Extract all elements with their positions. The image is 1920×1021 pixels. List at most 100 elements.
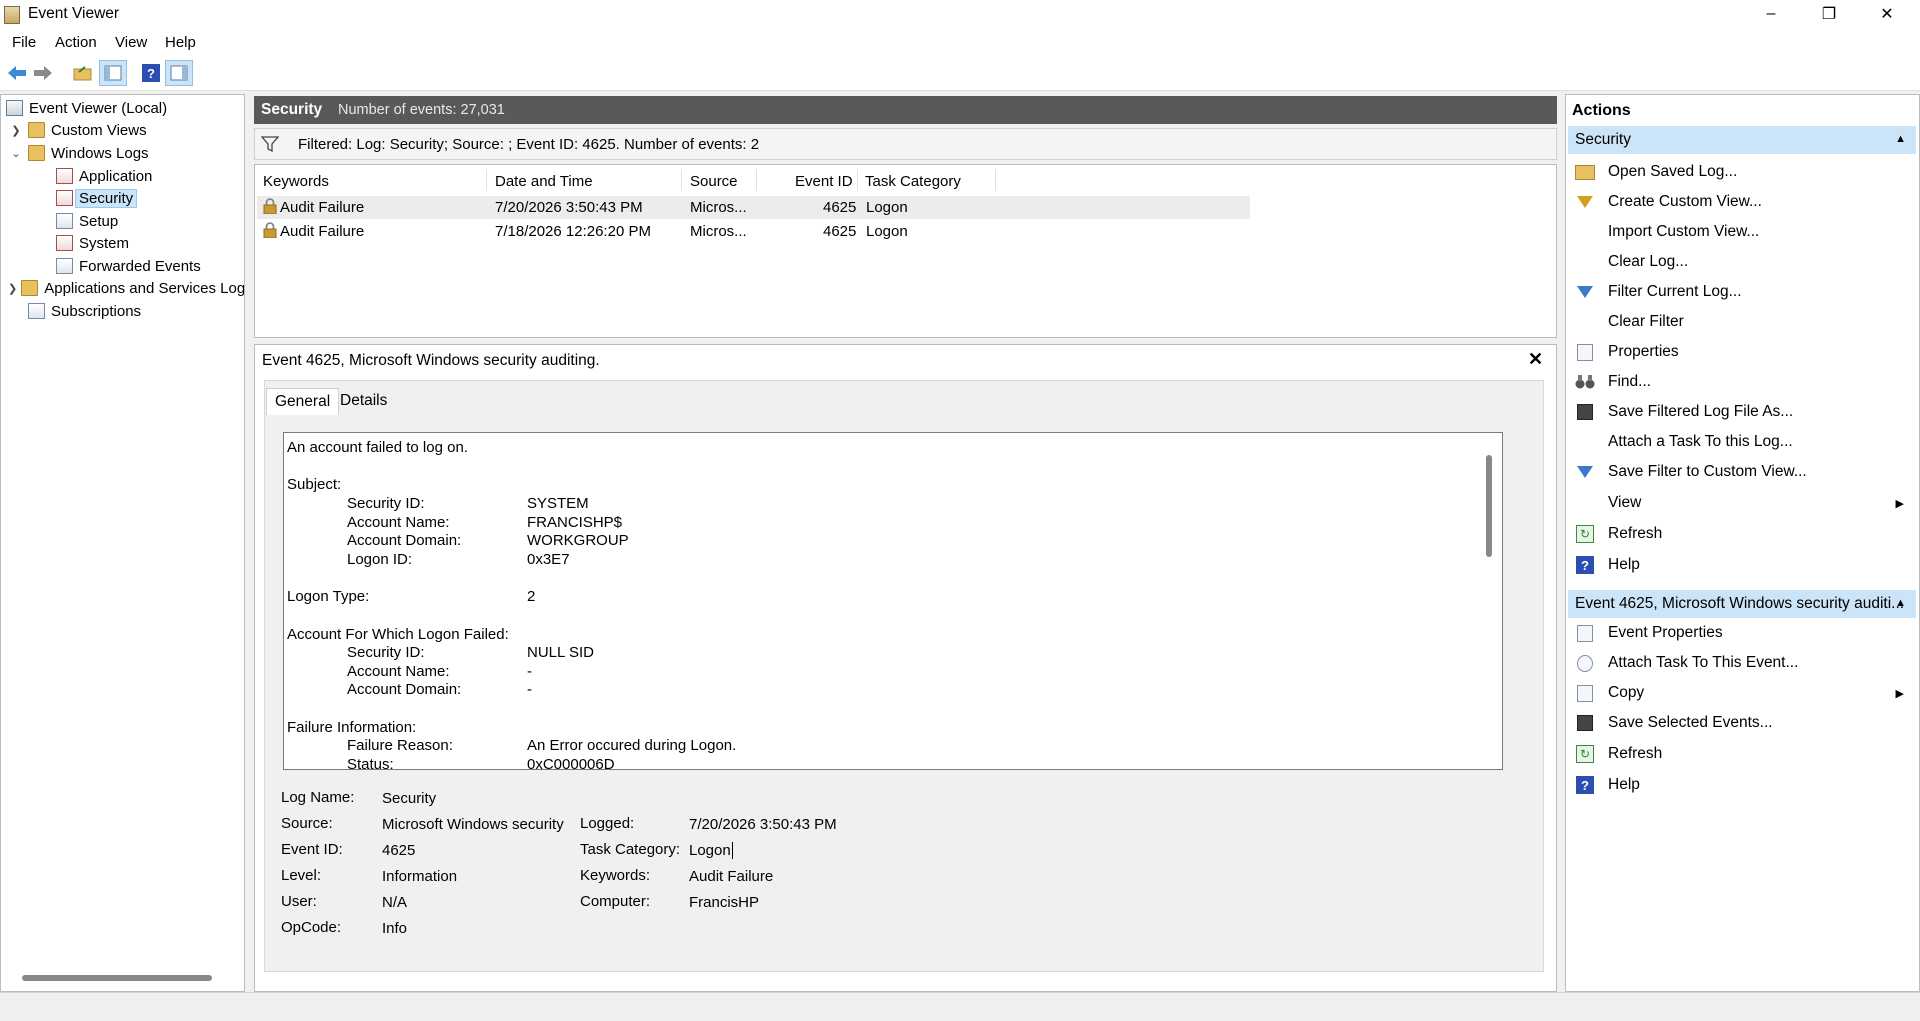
action-label: Help xyxy=(1608,556,1640,573)
tree-item-application[interactable]: Application xyxy=(56,165,152,187)
field-label: Event ID: xyxy=(281,841,343,858)
description-vertical-scrollbar[interactable] xyxy=(1486,455,1492,557)
description-value: - xyxy=(527,663,532,680)
column-divider[interactable] xyxy=(995,169,996,191)
chevron-right-icon[interactable]: ❯ xyxy=(8,124,24,137)
open-folder-icon[interactable] xyxy=(72,62,94,84)
column-header-event-id[interactable]: Event ID xyxy=(795,173,853,190)
description-label: Account Domain: xyxy=(347,681,462,698)
action-find[interactable]: Find... xyxy=(1570,369,1910,395)
chevron-down-icon[interactable]: ⌄ xyxy=(8,147,24,160)
tab-details[interactable]: Details xyxy=(332,388,395,414)
restore-icon[interactable]: ❐ xyxy=(1800,0,1858,28)
field-source[interactable]: Microsoft Windows security a xyxy=(382,816,568,833)
tree-item-windows-logs[interactable]: ⌄ Windows Logs xyxy=(8,142,148,164)
help-icon[interactable]: ? xyxy=(140,62,162,84)
field-log-name[interactable]: Security xyxy=(382,790,436,807)
field-level[interactable]: Information xyxy=(382,868,457,885)
action-refresh[interactable]: ↻ Refresh xyxy=(1570,521,1910,547)
action-save-selected-events[interactable]: Save Selected Events... xyxy=(1570,710,1910,736)
tree-horizontal-scrollbar[interactable] xyxy=(22,975,212,981)
action-save-filter-to-custom-view[interactable]: Save Filter to Custom View... xyxy=(1570,459,1910,485)
action-view[interactable]: View ▶ xyxy=(1570,490,1910,516)
action-save-filtered-log[interactable]: Save Filtered Log File As... xyxy=(1570,399,1910,425)
show-hide-action-pane-icon[interactable] xyxy=(165,60,193,86)
forward-arrow-icon[interactable] xyxy=(32,62,54,84)
field-event-id[interactable]: 4625 xyxy=(382,842,415,859)
chevron-right-icon[interactable]: ❯ xyxy=(8,282,17,295)
chevron-up-icon[interactable]: ▲ xyxy=(1895,597,1906,609)
event-viewer-app-icon xyxy=(4,6,20,24)
close-icon[interactable]: ✕ xyxy=(1858,0,1916,28)
field-label: Source: xyxy=(281,815,333,832)
event-description[interactable]: An account failed to log on. Subject: Se… xyxy=(283,432,1503,770)
actions-section-security[interactable]: Security ▲ xyxy=(1568,126,1916,154)
column-divider[interactable] xyxy=(486,169,487,191)
log-icon xyxy=(56,168,73,184)
action-import-custom-view[interactable]: Import Custom View... xyxy=(1570,219,1910,245)
tree-item-custom-views[interactable]: ❯ Custom Views xyxy=(8,119,146,141)
field-label: Level: xyxy=(281,867,322,884)
log-icon xyxy=(56,213,73,229)
action-copy[interactable]: Copy ▶ xyxy=(1570,680,1910,706)
action-clear-log[interactable]: Clear Log... xyxy=(1570,249,1910,275)
action-clear-filter[interactable]: Clear Filter xyxy=(1570,309,1910,335)
menu-view[interactable]: View xyxy=(115,34,147,51)
column-divider[interactable] xyxy=(681,169,682,191)
action-help-event[interactable]: ? Help xyxy=(1570,772,1910,798)
field-computer[interactable]: FrancisHP xyxy=(689,894,759,911)
action-help[interactable]: ? Help xyxy=(1570,552,1910,578)
tree-item-system[interactable]: System xyxy=(56,232,129,254)
action-attach-task-to-event[interactable]: Attach Task To This Event... xyxy=(1570,650,1910,676)
tree-item-setup[interactable]: Setup xyxy=(56,210,118,232)
blank-icon xyxy=(1574,493,1596,513)
field-logged[interactable]: 7/20/2026 3:50:43 PM xyxy=(689,816,837,833)
table-row[interactable]: Audit Failure 7/20/2026 3:50:43 PM Micro… xyxy=(257,196,1250,219)
action-label: Refresh xyxy=(1608,745,1663,762)
menu-file[interactable]: File xyxy=(12,34,36,51)
column-header-date-time[interactable]: Date and Time xyxy=(495,173,593,190)
action-attach-task-to-log[interactable]: Attach a Task To this Log... xyxy=(1570,429,1910,455)
menu-help[interactable]: Help xyxy=(165,34,196,51)
column-header-task-category[interactable]: Task Category xyxy=(865,173,961,190)
back-arrow-icon[interactable] xyxy=(6,62,28,84)
description-label: Account Name: xyxy=(347,663,450,680)
close-icon[interactable]: ✕ xyxy=(1528,349,1543,370)
action-create-custom-view[interactable]: Create Custom View... xyxy=(1570,189,1910,215)
lock-icon xyxy=(263,222,277,238)
show-hide-console-tree-icon[interactable] xyxy=(99,60,127,86)
tree-item-subscriptions[interactable]: Subscriptions xyxy=(28,300,141,322)
action-label: Copy xyxy=(1608,684,1645,701)
tree-item-forwarded-events[interactable]: Forwarded Events xyxy=(56,255,201,277)
minimize-icon[interactable]: – xyxy=(1742,0,1800,28)
action-label: Clear Log... xyxy=(1608,253,1689,270)
action-filter-current-log[interactable]: Filter Current Log... xyxy=(1570,279,1910,305)
action-label: Filter Current Log... xyxy=(1608,283,1742,300)
action-event-properties[interactable]: Event Properties xyxy=(1570,620,1910,646)
action-label: View xyxy=(1608,494,1642,511)
console-tree xyxy=(0,94,245,992)
field-keywords[interactable]: Audit Failure xyxy=(689,868,773,885)
actions-section-event[interactable]: Event 4625, Microsoft Windows security a… xyxy=(1568,590,1916,618)
column-divider[interactable] xyxy=(756,169,757,191)
description-value: An Error occured during Logon. xyxy=(527,737,737,754)
action-open-saved-log[interactable]: Open Saved Log... xyxy=(1570,159,1910,185)
action-refresh-event[interactable]: ↻ Refresh xyxy=(1570,741,1910,767)
table-row[interactable]: Audit Failure 7/18/2026 12:26:20 PM Micr… xyxy=(257,220,1250,243)
menu-action[interactable]: Action xyxy=(55,34,97,51)
column-header-source[interactable]: Source xyxy=(690,173,738,190)
tab-general[interactable]: General xyxy=(266,388,340,415)
action-properties[interactable]: Properties xyxy=(1570,339,1910,365)
tree-item-security[interactable]: Security xyxy=(56,187,138,209)
filter-description: Filtered: Log: Security; Source: ; Event… xyxy=(298,136,760,153)
lock-icon xyxy=(263,198,277,214)
column-header-keywords[interactable]: Keywords xyxy=(263,173,329,190)
field-task-category[interactable]: Logon xyxy=(689,842,733,859)
tree-item-applications-and-services-logs[interactable]: ❯ Applications and Services Log xyxy=(8,277,244,299)
chevron-up-icon[interactable]: ▲ xyxy=(1895,133,1906,145)
column-divider[interactable] xyxy=(857,169,858,191)
action-label: Save Selected Events... xyxy=(1608,714,1773,731)
field-user[interactable]: N/A xyxy=(382,894,407,911)
field-opcode[interactable]: Info xyxy=(382,920,407,937)
tree-item-event-viewer-local[interactable]: Event Viewer (Local) xyxy=(6,97,167,119)
